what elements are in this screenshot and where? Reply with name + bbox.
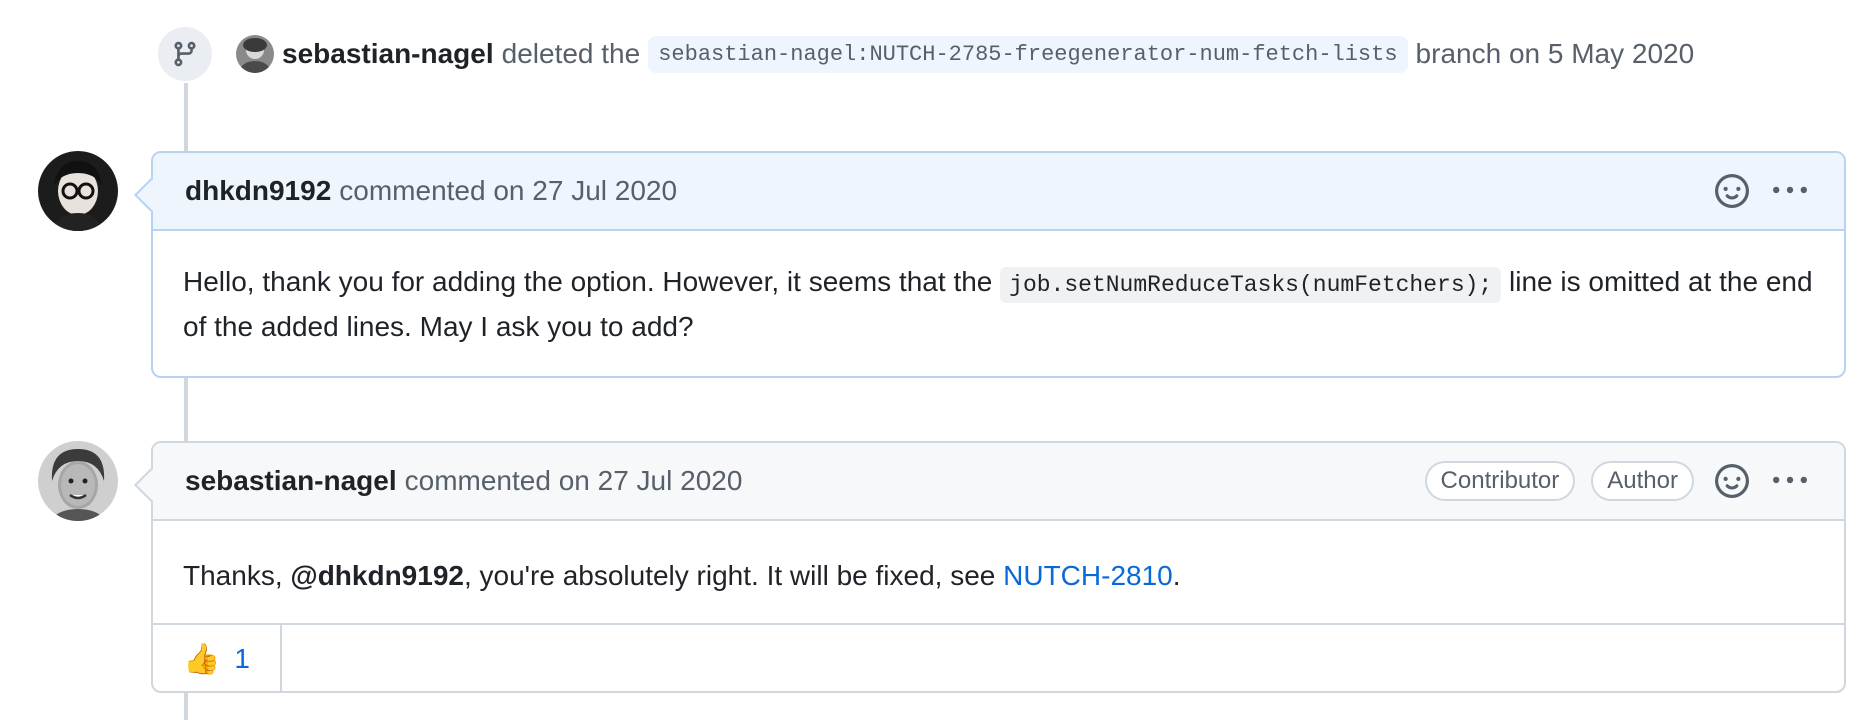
- kebab-horizontal-icon[interactable]: [1770, 171, 1810, 211]
- inline-code: job.setNumReduceTasks(numFetchers);: [1000, 267, 1502, 303]
- comment-header: dhkdn9192 commented on 27 Jul 2020: [153, 153, 1844, 231]
- smiley-icon[interactable]: [1712, 461, 1752, 501]
- user-mention-link[interactable]: @dhkdn9192: [290, 560, 464, 591]
- comment-timestamp[interactable]: commented on 27 Jul 2020: [405, 465, 743, 497]
- git-branch-icon: [156, 25, 214, 83]
- comment-text: Hello, thank you for adding the option. …: [183, 266, 1001, 297]
- avatar[interactable]: [38, 151, 118, 231]
- comment-text: , you're absolutely right. It will be fi…: [463, 560, 1004, 591]
- thumbs-up-icon: 👍: [183, 642, 221, 676]
- comment-author-link[interactable]: sebastian-nagel: [185, 465, 397, 497]
- issue-link[interactable]: NUTCH-2810: [1003, 560, 1173, 591]
- avatar[interactable]: [38, 441, 118, 521]
- smiley-icon[interactable]: [1712, 171, 1752, 211]
- comment-text: .: [1172, 560, 1181, 591]
- avatar[interactable]: [236, 35, 274, 73]
- event-suffix: branch on 5 May 2020: [1415, 38, 1695, 69]
- comment-body: Hello, thank you for adding the option. …: [153, 231, 1844, 378]
- branch-name-chip: sebastian-nagel:NUTCH-2785-freegenerator…: [648, 35, 1408, 73]
- comment-card: dhkdn9192 commented on 27 Jul 2020 Hello…: [134, 151, 1846, 378]
- comment-card: sebastian-nagel commented on 27 Jul 2020…: [134, 441, 1846, 693]
- event-author-link[interactable]: sebastian-nagel: [282, 38, 494, 70]
- kebab-horizontal-icon[interactable]: [1770, 461, 1810, 501]
- comment-text: Thanks,: [183, 560, 291, 591]
- comment-header: sebastian-nagel commented on 27 Jul 2020…: [153, 443, 1844, 521]
- event-verb: deleted the: [501, 38, 641, 69]
- author-label: Author: [1591, 461, 1694, 501]
- branch-deleted-event: sebastian-nagel deleted the sebastian-na…: [156, 24, 1694, 84]
- thumbs-up-reaction-button[interactable]: 👍 1: [153, 625, 282, 693]
- reaction-count: 1: [234, 643, 250, 674]
- comment-author-link[interactable]: dhkdn9192: [185, 175, 331, 207]
- reactions-bar: 👍 1: [153, 623, 1844, 693]
- comment-timestamp[interactable]: commented on 27 Jul 2020: [339, 175, 677, 207]
- contributor-label: Contributor: [1424, 461, 1576, 501]
- comment-body: Thanks, @dhkdn9192, you're absolutely ri…: [153, 521, 1844, 623]
